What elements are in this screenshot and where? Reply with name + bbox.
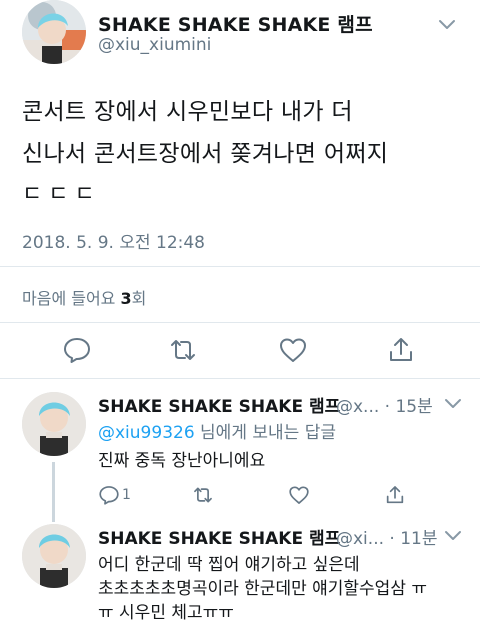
like-icon[interactable] (288, 484, 310, 506)
tweet-timestamp[interactable]: 2018. 5. 9. 오전 12:48 (22, 228, 205, 253)
reply-handle-time[interactable]: @xi... · 11분 (336, 524, 437, 549)
like-icon[interactable] (278, 335, 308, 365)
reply-text-line: ㅠ 시우민 체고ㅠㅠ (98, 603, 234, 623)
likes-count-row[interactable]: 마음에 들어요 3회 (22, 285, 146, 309)
divider (0, 378, 480, 379)
reply-display-name[interactable]: SHAKE SHAKE SHAKE 램프 (98, 524, 340, 549)
tweet-text-line: 신나서 콘서트장에서 쫒겨나면 어쩌지 (22, 141, 389, 167)
reply-display-name[interactable]: SHAKE SHAKE SHAKE 램프 (98, 392, 340, 417)
chevron-down-icon[interactable] (444, 529, 462, 543)
avatar[interactable] (22, 0, 86, 64)
thread-connector-line (52, 462, 55, 522)
avatar[interactable] (22, 392, 86, 456)
chevron-down-icon[interactable] (438, 18, 456, 32)
retweet-icon[interactable] (168, 335, 198, 365)
divider (0, 266, 480, 267)
retweet-icon[interactable] (192, 484, 214, 506)
reply-icon[interactable] (62, 335, 92, 365)
reply-count: 1 (122, 487, 131, 503)
likes-label-suffix: 회 (131, 289, 147, 308)
reply-text-line: 초초초초초명곡이라 한군데만 얘기할수업삼 ㅠ (98, 579, 428, 599)
divider (0, 322, 480, 323)
reply-to-handle-link[interactable]: @xiu99326 (98, 423, 195, 443)
share-icon[interactable] (384, 484, 406, 506)
display-name[interactable]: SHAKE SHAKE SHAKE 램프 (98, 10, 373, 37)
share-icon[interactable] (386, 335, 416, 365)
likes-count: 3 (120, 289, 132, 308)
reply-text-line: 어디 한군데 딱 찝어 얘기하고 싶은데 (98, 555, 360, 575)
avatar[interactable] (22, 524, 86, 588)
reply-to-label: @xiu99326 님에게 보내는 답글 (98, 418, 336, 443)
reply-icon[interactable] (98, 484, 120, 506)
reply-text-line: 진짜 중독 장난아니에요 (98, 451, 266, 471)
user-handle[interactable]: @xiu_xiumini (98, 35, 211, 55)
chevron-down-icon[interactable] (444, 397, 462, 411)
likes-label: 마음에 들어요 (22, 289, 121, 308)
tweet-text-line: 콘서트 장에서 시우민보다 내가 더 (22, 99, 353, 125)
reply-handle-time[interactable]: @x... · 15분 (336, 392, 433, 417)
reply-to-suffix: 님에게 보내는 답글 (194, 423, 336, 443)
tweet-text-line: ㄷㄷㄷ (22, 182, 101, 207)
